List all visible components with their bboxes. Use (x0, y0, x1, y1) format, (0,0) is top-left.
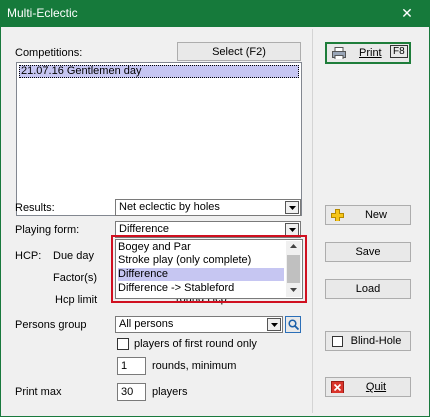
hcp-limit-label: Hcp limit (55, 294, 98, 306)
results-select[interactable]: Net eclectic by holes (115, 199, 301, 216)
hcp-label: HCP: (15, 250, 42, 262)
title-bar[interactable]: Multi-Eclectic ✕ (0, 0, 430, 27)
printer-icon (332, 47, 346, 59)
app-window: Multi-Eclectic ✕ Competitions: Select (F… (0, 0, 430, 417)
new-button-label: New (364, 209, 387, 221)
chevron-down-icon[interactable] (267, 318, 281, 331)
chevron-down-icon[interactable] (285, 201, 299, 214)
persons-group-select[interactable]: All persons (115, 316, 283, 333)
factor-label: Factor(s) (53, 272, 97, 284)
button-column-divider (312, 29, 313, 413)
print-button-label: Print (359, 47, 382, 59)
select-competitions-button[interactable]: Select (F2) (177, 42, 301, 61)
blind-hole-button[interactable]: Blind-Hole (325, 331, 411, 351)
quit-button[interactable]: Quit (325, 377, 411, 397)
competitions-list[interactable]: 21.07.16 Gentlemen day (16, 62, 302, 216)
results-label: Results: (15, 202, 55, 214)
print-shortcut-key: F8 (390, 45, 408, 58)
rounds-minimum-label: rounds, minimum (152, 360, 237, 372)
persons-group-value: All persons (119, 318, 174, 330)
load-button[interactable]: Load (325, 279, 411, 299)
results-value: Net eclectic by holes (119, 201, 220, 213)
window-title: Multi-Eclectic (7, 6, 78, 20)
close-icon[interactable]: ✕ (384, 0, 430, 27)
save-button-label: Save (355, 246, 381, 258)
due-day-label: Due day (53, 250, 94, 262)
rounds-minimum-input[interactable]: 1 (117, 357, 146, 375)
search-persons-button[interactable] (285, 316, 301, 333)
first-round-only-checkbox[interactable] (117, 338, 129, 350)
plus-icon (331, 209, 344, 221)
playing-form-value: Difference (119, 223, 169, 235)
close-icon (331, 381, 344, 393)
select-button-label: Select (F2) (212, 45, 266, 58)
blind-hole-button-label: Blind-Hole (350, 335, 402, 347)
playing-form-label: Playing form: (15, 224, 80, 236)
new-button[interactable]: New (325, 205, 411, 225)
list-item[interactable]: 21.07.16 Gentlemen day (19, 65, 299, 78)
print-max-unit: players (152, 386, 188, 398)
list-item-label: 21.07.16 Gentlemen day (21, 65, 142, 77)
persons-group-label: Persons group (15, 319, 87, 331)
competitions-label: Competitions: (15, 47, 83, 59)
save-button[interactable]: Save (325, 242, 411, 262)
print-max-input[interactable]: 30 (117, 383, 146, 401)
search-icon (288, 319, 299, 330)
highlight-annotation (111, 235, 307, 303)
print-max-label: Print max (15, 386, 62, 398)
print-button[interactable]: Print F8 (325, 42, 411, 64)
blind-hole-checkbox-icon (332, 336, 343, 347)
load-button-label: Load (355, 283, 381, 295)
first-round-only-label: players of first round only (134, 338, 257, 350)
dialog-body: Competitions: Select (F2) 21.07.16 Gentl… (1, 27, 429, 416)
quit-button-label: Quit (365, 381, 387, 393)
